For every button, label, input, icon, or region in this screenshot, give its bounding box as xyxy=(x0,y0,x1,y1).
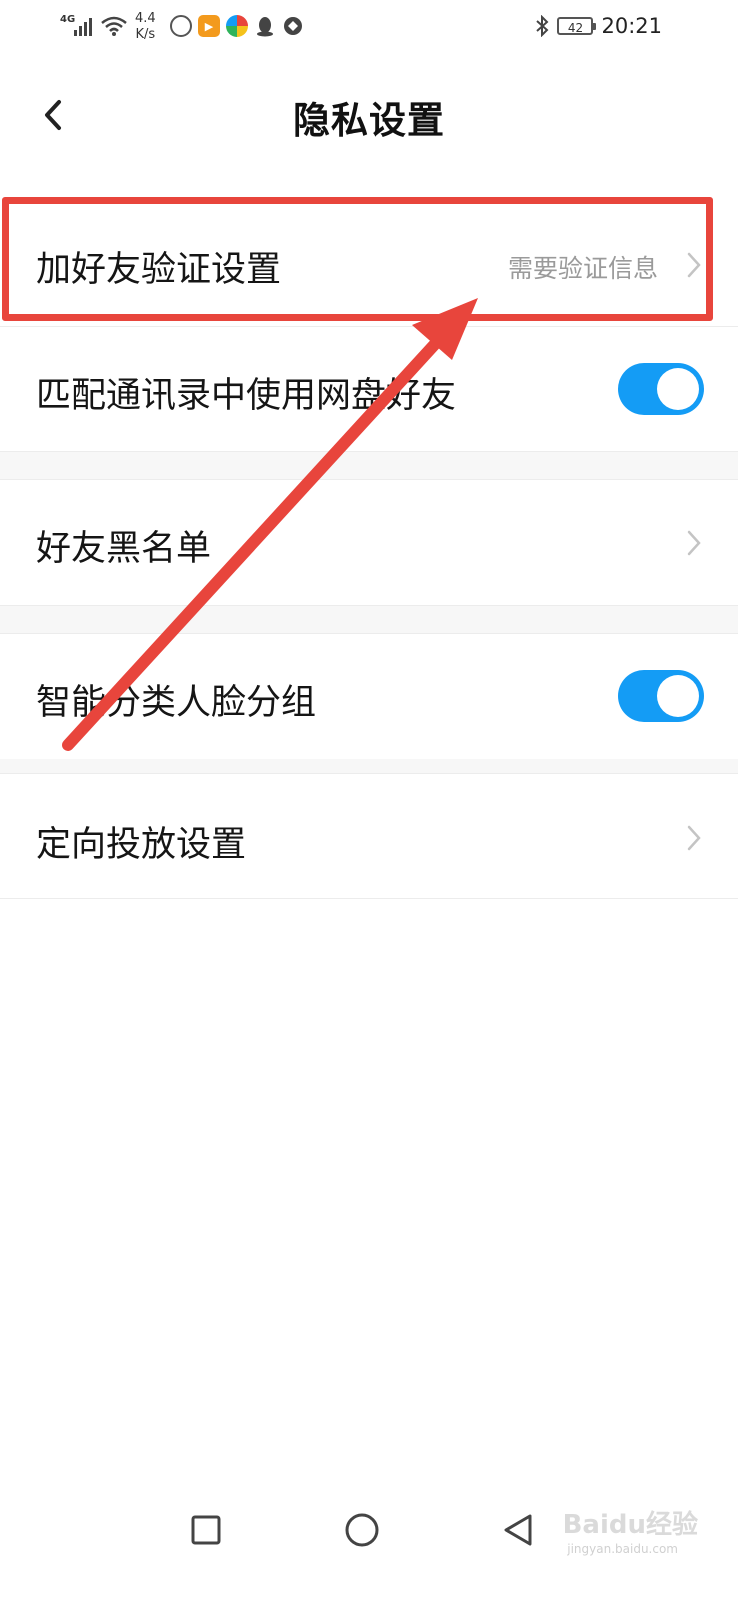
browser-app-icon xyxy=(226,15,248,37)
triangle-back-icon xyxy=(504,1514,532,1546)
chevron-right-icon xyxy=(687,825,701,851)
watermark-url: jingyan.baidu.com xyxy=(567,1542,678,1556)
signal-icon xyxy=(74,18,92,36)
back-nav-button[interactable] xyxy=(496,1508,540,1552)
match-contacts-row: 匹配通讯录中使用网盘好友 xyxy=(0,327,738,451)
square-icon xyxy=(191,1515,221,1545)
face-grouping-row: 智能分类人脸分组 xyxy=(0,634,738,759)
section-gap xyxy=(0,605,738,633)
notification-icons: ▶ xyxy=(170,15,304,37)
globe-app-icon xyxy=(170,15,192,37)
divider xyxy=(0,605,738,606)
section-gap xyxy=(0,759,738,773)
video-app-icon: ▶ xyxy=(198,15,220,37)
battery-icon: 42 xyxy=(557,17,597,35)
highlight-box xyxy=(2,197,713,321)
status-right: 42 20:21 xyxy=(535,14,662,38)
status-bar: 4G 4.4 K/s ▶ 42 20:21 xyxy=(0,0,738,58)
navigation-header: 隐私设置 xyxy=(0,60,738,170)
chevron-right-icon xyxy=(687,530,701,556)
bluetooth-icon xyxy=(536,15,549,37)
face-grouping-toggle[interactable] xyxy=(618,670,704,722)
refresh-app-icon xyxy=(284,17,302,35)
qq-icon xyxy=(257,17,273,37)
row-label: 好友黑名单 xyxy=(36,529,212,569)
blacklist-row[interactable]: 好友黑名单 xyxy=(0,480,738,605)
match-contacts-toggle[interactable] xyxy=(618,363,704,415)
divider xyxy=(0,451,738,452)
row-label: 智能分类人脸分组 xyxy=(36,683,317,723)
recent-apps-button[interactable] xyxy=(184,1508,228,1552)
page-title: 隐私设置 xyxy=(293,99,445,142)
section-gap xyxy=(0,451,738,479)
clock: 20:21 xyxy=(601,14,662,38)
wifi-icon xyxy=(101,16,127,36)
targeted-ads-row[interactable]: 定向投放设置 xyxy=(0,774,738,898)
toggle-knob xyxy=(657,368,699,410)
watermark-brand: Baidu经验 xyxy=(562,1510,698,1540)
network-speed: 4.4 K/s xyxy=(135,11,156,42)
toggle-knob xyxy=(657,675,699,717)
circle-icon xyxy=(345,1513,379,1547)
divider xyxy=(0,898,738,899)
home-button[interactable] xyxy=(340,1508,384,1552)
row-label: 匹配通讯录中使用网盘好友 xyxy=(36,376,457,416)
network-type: 4G xyxy=(60,14,76,25)
row-label: 定向投放设置 xyxy=(36,825,247,865)
